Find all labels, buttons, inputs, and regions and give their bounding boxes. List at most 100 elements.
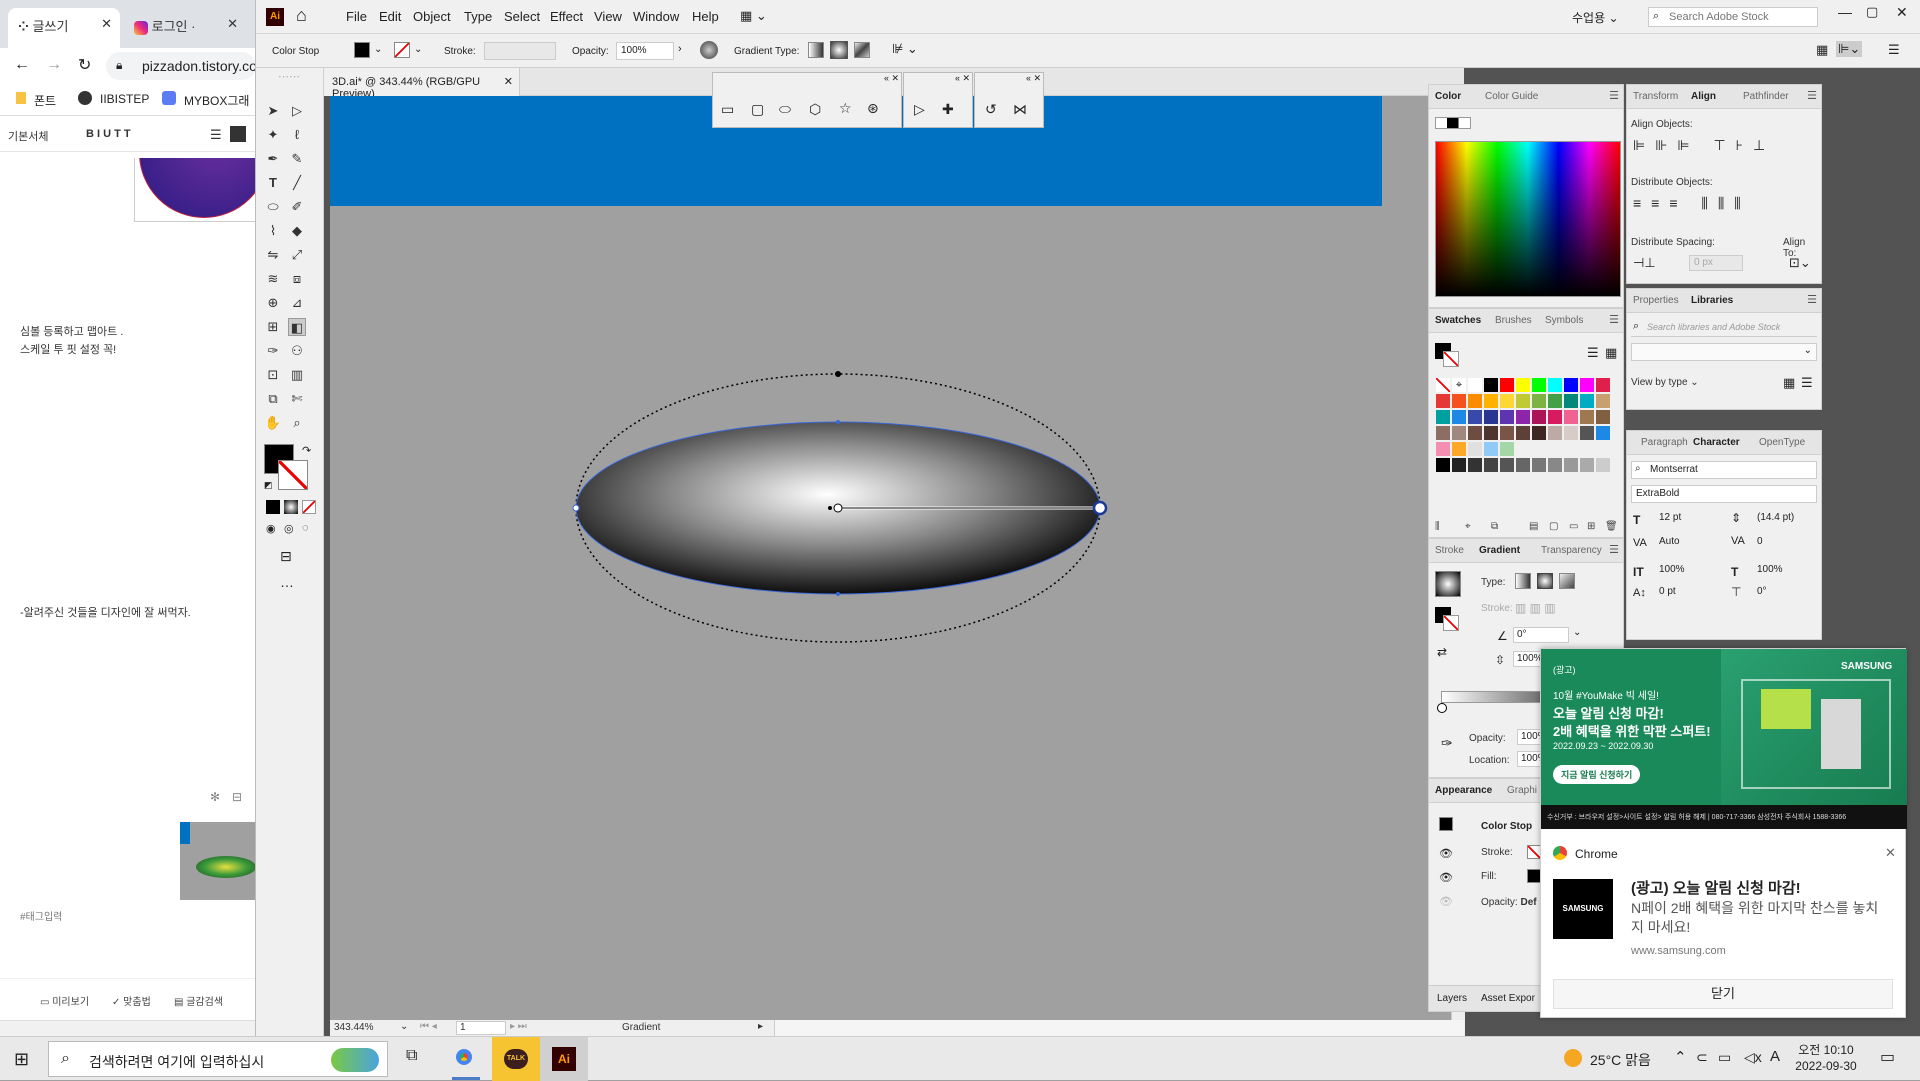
freeform-type-icon[interactable] — [1559, 573, 1575, 589]
tab-color[interactable]: Color — [1435, 91, 1461, 102]
swatch[interactable] — [1467, 409, 1483, 425]
eye-icon[interactable]: 👁︎ — [1439, 847, 1453, 860]
spellcheck-button[interactable]: ✓ 맞춤법 — [112, 993, 151, 1008]
collapse-icon[interactable]: « — [884, 73, 889, 83]
tab-graphic-styles[interactable]: Graphi — [1507, 785, 1537, 796]
tab-transparency[interactable]: Transparency — [1541, 545, 1602, 556]
task-view-icon[interactable]: ⧉ — [406, 1047, 417, 1065]
windows-start-icon[interactable]: ⊞ — [14, 1049, 29, 1070]
tab-stroke[interactable]: Stroke — [1435, 545, 1464, 556]
tab-pathfinder[interactable]: Pathfinder — [1743, 91, 1789, 102]
swatch[interactable] — [1483, 409, 1499, 425]
notif-close-button[interactable]: 닫기 — [1553, 979, 1893, 1009]
ellipse-tool-icon[interactable]: ⬭ — [264, 198, 282, 216]
maximize-icon[interactable]: ▢ — [1866, 4, 1878, 20]
align-left-icon[interactable]: ☰ — [210, 127, 222, 143]
zoom-tool-icon[interactable]: ⌕ — [288, 414, 306, 432]
leading-input[interactable]: (14.4 pt) — [1753, 511, 1813, 527]
swatch[interactable] — [1563, 425, 1579, 441]
tab-asset-export[interactable]: Asset Expor — [1481, 993, 1535, 1004]
library-select[interactable]: ⌄ — [1631, 343, 1817, 361]
selection-tool-icon[interactable]: ➤ — [264, 102, 282, 120]
new-group-icon[interactable]: ▢ — [1549, 521, 1558, 532]
swatch[interactable] — [1547, 441, 1563, 457]
swatch[interactable] — [1499, 409, 1515, 425]
weather-text[interactable]: 25°C 맑음 — [1590, 1050, 1651, 1070]
layout-icon[interactable]: ⊟ — [232, 790, 242, 804]
swatch[interactable] — [1563, 377, 1579, 393]
color-mode-icon[interactable] — [266, 500, 280, 514]
artboard-nav-first-icon[interactable]: ⏮ ◂ — [420, 1021, 437, 1032]
taskbar-search[interactable]: ⌕ 검색하려면 여기에 입력하십시 — [48, 1041, 388, 1077]
flare-tool-icon[interactable]: ⊛ — [867, 100, 879, 117]
swatch[interactable] — [1451, 393, 1467, 409]
swatch[interactable] — [1499, 441, 1515, 457]
swatch[interactable] — [1547, 457, 1563, 473]
folder-icon[interactable]: ▭ — [1569, 521, 1578, 532]
align-buttons-row[interactable]: ⊫⊪⊫ ⊤⊦⊥ — [1633, 137, 1775, 154]
tag-input[interactable]: #태그입력 — [20, 908, 62, 923]
swatch[interactable] — [1435, 377, 1451, 393]
swatch-grid[interactable]: ⌖ — [1435, 377, 1611, 517]
shape-builder-icon[interactable]: ⊕ — [264, 294, 282, 312]
sparkle-icon[interactable]: ✻ — [210, 790, 220, 804]
swatch[interactable] — [1515, 393, 1531, 409]
swatch[interactable] — [1499, 377, 1515, 393]
more-tools-icon[interactable]: … — [280, 574, 294, 590]
swatch[interactable] — [1451, 425, 1467, 441]
slice-tool-icon[interactable]: ✄ — [288, 390, 306, 408]
document-tab[interactable]: 3D.ai* @ 343.44% (RGB/GPU Preview) ✕ — [324, 68, 520, 100]
swatch[interactable] — [1467, 393, 1483, 409]
swatch[interactable] — [1435, 441, 1451, 457]
chevron-up-icon[interactable]: ⌃ — [1674, 1048, 1687, 1066]
radial-type-icon[interactable] — [1537, 573, 1553, 589]
tab-write[interactable]: ⁘ 글쓰기 ✕ — [8, 8, 120, 48]
stroke-row[interactable]: Stroke: — [1481, 847, 1513, 858]
new-swatch-icon[interactable]: ⊞ — [1587, 521, 1595, 532]
recolor-icon[interactable] — [700, 41, 718, 59]
bookmark-mybox[interactable]: MYBOX그래 — [184, 92, 249, 109]
arrange-docs-icon[interactable]: ▦ ⌄ — [740, 8, 767, 24]
close-icon[interactable]: ✕ — [504, 75, 513, 88]
linear-gradient-icon[interactable] — [808, 42, 824, 58]
swatch-group-icon[interactable]: ⧉ — [1491, 521, 1498, 532]
tab-character[interactable]: Character — [1693, 437, 1740, 448]
swatch[interactable] — [1563, 441, 1579, 457]
bookmark-font[interactable]: 폰트 — [34, 92, 56, 109]
tab-swatches[interactable]: Swatches — [1435, 315, 1481, 326]
reload-icon[interactable]: ↻ — [78, 55, 91, 75]
home-icon[interactable]: ⌂ — [296, 5, 307, 26]
preview-button[interactable]: ▭ 미리보기 — [40, 993, 89, 1008]
draw-behind-icon[interactable]: ◎ — [284, 522, 294, 535]
eyedropper-icon[interactable]: ✑ — [1441, 735, 1453, 752]
swatch[interactable] — [1579, 425, 1595, 441]
zoom-level[interactable]: 343.44% — [334, 1022, 373, 1033]
clock-date[interactable]: 2022-09-30 — [1790, 1059, 1862, 1073]
warp-tool-icon[interactable]: ≋ — [264, 270, 282, 288]
tab-paragraph[interactable]: Paragraph — [1641, 437, 1688, 448]
align-center-icon[interactable] — [230, 126, 246, 142]
menu-file[interactable]: File — [346, 9, 367, 24]
kakaotalk-taskbar[interactable]: TALK — [492, 1037, 540, 1081]
blog-image-thumb[interactable] — [180, 822, 255, 900]
stroke-color-box[interactable] — [278, 460, 308, 490]
baseline-shift-input[interactable]: 0 pt — [1655, 585, 1715, 601]
swatch[interactable] — [1547, 393, 1563, 409]
horizontal-scrollbar[interactable] — [774, 1020, 1464, 1036]
chevron-right-icon[interactable]: › — [678, 43, 682, 55]
menu-type[interactable]: Type — [464, 9, 492, 24]
polygon-tool-icon[interactable]: ⬡ — [809, 101, 821, 118]
panel-menu-icon[interactable]: ☰ — [1609, 89, 1619, 102]
pen-tool-icon[interactable]: ✒ — [264, 150, 282, 168]
menu-view[interactable]: View — [594, 9, 622, 24]
swatch[interactable] — [1483, 377, 1499, 393]
forward-arrow-icon[interactable]: → — [46, 56, 62, 74]
artboard-nav-last-icon[interactable]: ▸ ⏭ — [510, 1021, 527, 1032]
grid-view-icon[interactable]: ▦ — [1605, 345, 1617, 361]
app-tray-icon[interactable]: ⊂ — [1696, 1049, 1708, 1066]
rounded-rect-tool-icon[interactable]: ▢ — [751, 101, 764, 118]
swatch[interactable] — [1435, 393, 1451, 409]
scale-tool-icon[interactable]: ⤢ — [288, 246, 306, 264]
color-group-icon[interactable]: ▤ — [1529, 521, 1538, 532]
tracking-input[interactable]: 0 — [1753, 535, 1813, 551]
